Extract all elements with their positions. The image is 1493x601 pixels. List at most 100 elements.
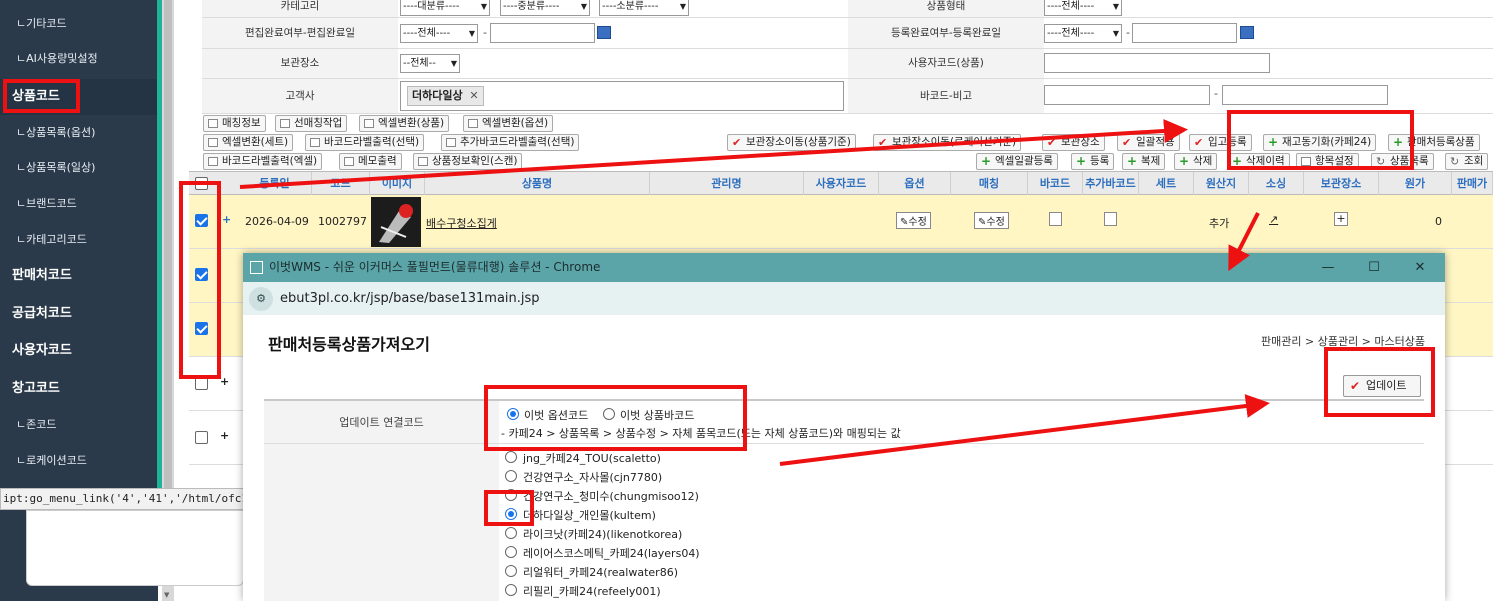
store-radio[interactable] xyxy=(505,584,517,596)
product-type-select[interactable]: ----전체---- ▼ xyxy=(1044,0,1122,16)
register-button[interactable]: + 등록 xyxy=(1071,153,1115,170)
store-radio[interactable] xyxy=(505,489,517,501)
row-checkbox[interactable] xyxy=(195,268,208,281)
site-info-icon[interactable]: ⚙ xyxy=(249,287,273,311)
col-cost[interactable]: 원가 xyxy=(1379,172,1452,195)
col-code[interactable]: 코드 xyxy=(312,172,370,195)
sidebar-item-seller-code[interactable]: 판매처코드 xyxy=(0,258,157,294)
bulk-apply-button[interactable]: ✔ 일괄적용 xyxy=(1117,134,1180,151)
sourcing-link-icon[interactable]: ↗ xyxy=(1269,213,1278,226)
table-row[interactable]: + 2026-04-09 1002797 배수구청소집게 ✎수정 ✎수정 추가 … xyxy=(189,195,1493,249)
category-large-select[interactable]: ----대분류---- ▼ xyxy=(400,0,490,16)
expand-icon[interactable]: + xyxy=(220,429,229,442)
expand-icon[interactable]: + xyxy=(222,213,231,226)
barcode-doc-icon[interactable] xyxy=(1049,212,1062,226)
pre-matching-button[interactable]: 선매칭작업 xyxy=(275,115,348,132)
store-label[interactable]: 더하다일상_개인몰(kultem) xyxy=(523,507,656,523)
sidebar-item-brand-code[interactable]: ㄴ브랜드코드 xyxy=(0,186,157,222)
barcode-input[interactable] xyxy=(1044,85,1210,105)
calendar-icon[interactable] xyxy=(1240,26,1254,39)
row-checkbox[interactable] xyxy=(195,322,208,335)
product-name-link[interactable]: 배수구청소집게 xyxy=(426,215,497,231)
col-user-code[interactable]: 사용자코드 xyxy=(804,172,879,195)
storage-add-icon[interactable]: + xyxy=(1334,212,1348,226)
sidebar-item-user-code[interactable]: 사용자코드 xyxy=(0,333,157,369)
maximize-icon[interactable]: ☐ xyxy=(1351,253,1397,282)
column-settings-button[interactable]: 항목설정 xyxy=(1296,153,1359,170)
delete-button[interactable]: + 삭제 xyxy=(1174,153,1218,170)
col-matching[interactable]: 매칭 xyxy=(951,172,1028,195)
sidebar-item-product-list-option[interactable]: ㄴ상품목록(옵션) xyxy=(0,115,157,151)
barcode-label-excel-button[interactable]: 바코드라벨출력(엑셀) xyxy=(203,153,323,170)
store-radio[interactable] xyxy=(505,470,517,482)
memo-print-button[interactable]: 메모출력 xyxy=(339,153,402,170)
category-small-select[interactable]: ----소분류---- ▼ xyxy=(599,0,689,16)
sidebar-item-zone-code[interactable]: ㄴ존코드 xyxy=(0,407,157,443)
minimize-icon[interactable]: — xyxy=(1305,253,1351,282)
sidebar-item-warehouse-code[interactable]: 창고코드 xyxy=(0,371,157,407)
sidebar-item-ai-usage[interactable]: ㄴAI사용량및설정 xyxy=(0,41,157,77)
expand-icon[interactable]: + xyxy=(220,375,229,388)
row-checkbox[interactable] xyxy=(195,377,208,390)
customer-multiselect[interactable]: 더하다일상 ✕ xyxy=(400,81,844,111)
inbound-register-button[interactable]: ✔ 입고등록 xyxy=(1189,134,1252,151)
search-button[interactable]: ↻ 조회 xyxy=(1445,153,1489,170)
note-input[interactable] xyxy=(1222,85,1388,105)
delete-history-button[interactable]: + 삭제이력 xyxy=(1227,153,1290,170)
excel-convert-option-button[interactable]: 엑셀변환(옵션) xyxy=(463,115,554,132)
store-radio[interactable] xyxy=(505,527,517,539)
col-reg-date[interactable]: 등록일 xyxy=(238,172,312,195)
store-label[interactable]: jng_카페24_TOU(scaletto) xyxy=(523,450,661,466)
sidebar-item-other-code[interactable]: ㄴ기타코드 xyxy=(0,6,157,42)
storage-select[interactable]: --전체-- ▼ xyxy=(400,54,460,73)
store-label[interactable]: 리얼워터_카페24(realwater86) xyxy=(523,564,678,580)
excel-convert-product-button[interactable]: 엑셀변환(상품) xyxy=(359,115,450,132)
usercode-input[interactable] xyxy=(1044,53,1270,73)
close-icon[interactable]: ✕ xyxy=(1397,253,1443,282)
address-bar[interactable]: ⚙ ebut3pl.co.kr/jsp/base/base131main.jsp xyxy=(243,282,1445,315)
category-mid-select[interactable]: ----중분류---- ▼ xyxy=(500,0,590,16)
col-storage[interactable]: 보관장소 xyxy=(1304,172,1379,195)
close-icon[interactable]: ✕ xyxy=(469,87,478,105)
product-list-button[interactable]: ↻ 상품목록 xyxy=(1371,153,1434,170)
option-edit-button[interactable]: ✎수정 xyxy=(896,212,931,229)
col-barcode[interactable]: 바코드 xyxy=(1028,172,1083,195)
storage-button[interactable]: ✔ 보관장소 xyxy=(1042,134,1105,151)
edit-date-input[interactable] xyxy=(490,23,595,43)
select-all-checkbox[interactable] xyxy=(195,177,208,190)
radio-product-barcode[interactable] xyxy=(603,408,615,420)
scrollbar-thumb[interactable] xyxy=(164,0,172,488)
radio-product-barcode-label[interactable]: 이벗 상품바코드 xyxy=(620,407,694,423)
col-set[interactable]: 세트 xyxy=(1139,172,1194,195)
matching-edit-button[interactable]: ✎수정 xyxy=(974,212,1009,229)
scroll-down-icon[interactable]: ▼ xyxy=(164,591,172,601)
store-label[interactable]: 레이어스코스메틱_카페24(layers04) xyxy=(523,545,700,561)
excel-bulk-register-button[interactable]: + 엑셀일괄등록 xyxy=(976,153,1058,170)
sidebar-item-location-code[interactable]: ㄴ로케이션코드 xyxy=(0,443,157,479)
sidebar-item-category-code[interactable]: ㄴ카테고리코드 xyxy=(0,222,157,258)
store-radio[interactable] xyxy=(505,546,517,558)
col-image[interactable]: 이미지 xyxy=(370,172,425,195)
reg-date-input[interactable] xyxy=(1132,23,1237,43)
reg-status-select[interactable]: ----전체---- ▼ xyxy=(1044,24,1122,43)
extra-barcode-doc-icon[interactable] xyxy=(1104,212,1117,226)
duplicate-button[interactable]: + 복제 xyxy=(1122,153,1166,170)
move-storage-product-button[interactable]: ✔ 보관장소이동(상품기준) xyxy=(727,134,856,151)
calendar-icon[interactable] xyxy=(597,26,611,39)
address-url[interactable]: ebut3pl.co.kr/jsp/base/base131main.jsp xyxy=(280,282,540,315)
radio-option-code-label[interactable]: 이벗 옵션코드 xyxy=(524,407,588,423)
sidebar-item-supplier-code[interactable]: 공급처코드 xyxy=(0,296,157,332)
sidebar-item-product-code[interactable]: 상품코드 xyxy=(0,79,157,115)
col-product-name[interactable]: 상품명 xyxy=(425,172,650,195)
update-button[interactable]: ✔ 업데이트 xyxy=(1343,375,1421,397)
store-label[interactable]: 건강연구소_청미수(chungmisoo12) xyxy=(523,488,699,504)
product-thumbnail[interactable] xyxy=(371,197,421,247)
matching-info-button[interactable]: 매칭정보 xyxy=(203,115,266,132)
barcode-label-print-button[interactable]: 바코드라벨출력(선택) xyxy=(305,134,425,151)
popup-titlebar[interactable]: 이벗WMS - 쉬운 이커머스 풀필먼트(물류대행) 솔루션 - Chrome … xyxy=(243,253,1445,282)
extra-barcode-label-print-button[interactable]: 추가바코드라벨출력(선택) xyxy=(441,134,580,151)
col-extra-barcode[interactable]: 추가바코드 xyxy=(1083,172,1139,195)
edit-status-select[interactable]: ----전체---- ▼ xyxy=(400,24,478,43)
col-sourcing[interactable]: 소싱 xyxy=(1249,172,1304,195)
col-option[interactable]: 옵션 xyxy=(879,172,951,195)
